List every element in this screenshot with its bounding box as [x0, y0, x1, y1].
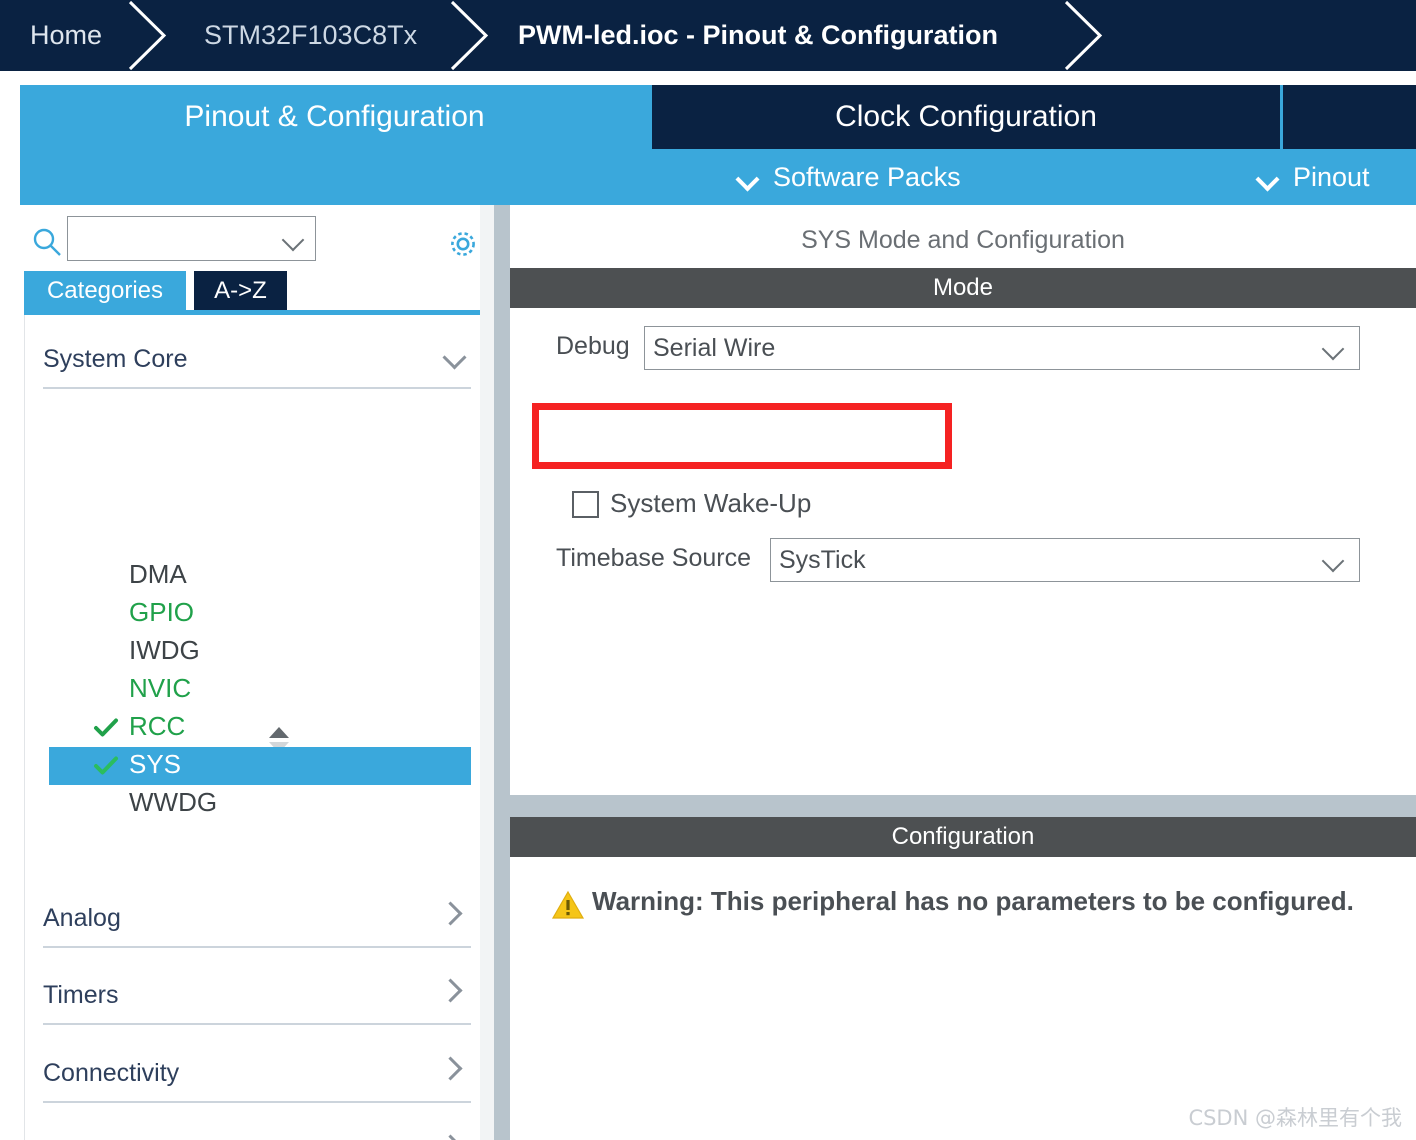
list-item-gpio[interactable]: GPIO [49, 595, 471, 633]
list-item-nvic[interactable]: NVIC [49, 671, 471, 709]
chevron-down-icon [1321, 549, 1345, 573]
list-item-iwdg[interactable]: IWDG [49, 633, 471, 671]
group-header-timers[interactable]: Timers [43, 967, 471, 1025]
configuration-section-header: Configuration [510, 817, 1416, 857]
warning-message: Warning: This peripheral has no paramete… [592, 886, 1354, 916]
peripheral-label: DMA [129, 559, 187, 589]
peripheral-label: SYS [129, 749, 182, 779]
group-header-computing[interactable]: Computing [43, 1123, 471, 1140]
timebase-select[interactable]: SysTick [770, 538, 1360, 582]
peripheral-label: IWDG [129, 635, 200, 665]
mode-section-body: Debug Serial Wire System Wake-Up Timebas… [510, 308, 1416, 795]
debug-field-highlight [532, 403, 952, 469]
search-icon [32, 227, 62, 257]
configuration-panel: SYS Mode and Configuration Mode Debug Se… [510, 205, 1416, 1140]
group-header-connectivity[interactable]: Connectivity [43, 1045, 471, 1103]
mode-section-header: Mode [510, 268, 1416, 308]
chevron-right-icon [438, 978, 463, 1003]
tab-pinout-configuration[interactable]: Pinout & Configuration [20, 85, 649, 149]
breadcrumb-item-device[interactable]: STM32F103C8Tx [204, 0, 417, 71]
configuration-section-body: Warning: This peripheral has no paramete… [510, 857, 1416, 1140]
timebase-field-row: Timebase Source SysTick [510, 538, 1416, 584]
group-header-analog[interactable]: Analog [43, 890, 471, 948]
group-label: Connectivity [43, 1058, 180, 1087]
tab-categories[interactable]: Categories [24, 271, 186, 310]
peripheral-label: GPIO [129, 597, 195, 627]
page-title: SYS Mode and Configuration [801, 225, 1125, 254]
warning-icon [551, 889, 585, 921]
software-packs-menu[interactable]: Software Packs [738, 149, 961, 205]
subtoolbar: Software Packs Pinout [20, 149, 1416, 205]
debug-select[interactable]: Serial Wire [644, 326, 1360, 370]
pinout-label: Pinout [1293, 161, 1370, 192]
breadcrumb-chevron-icon [448, 0, 494, 71]
search-row [0, 213, 480, 265]
tab-a-to-z[interactable]: A->Z [194, 271, 287, 310]
panel-splitter-track [480, 205, 494, 1140]
chevron-down-icon [738, 171, 760, 184]
system-wakeup-checkbox[interactable] [572, 491, 599, 518]
debug-field-row: Debug Serial Wire [510, 326, 1416, 372]
software-packs-label: Software Packs [773, 161, 961, 192]
chevron-down-icon [1321, 337, 1345, 361]
tab-project-manager[interactable] [1283, 85, 1416, 149]
search-input[interactable] [76, 223, 276, 253]
stm32cubemx-window: Home STM32F103C8Tx PWM-led.ioc - Pinout … [0, 0, 1416, 1140]
peripheral-label: RCC [129, 711, 186, 741]
chevron-down-icon [1258, 171, 1280, 184]
categories-panel: Categories A->Z System Core DMA GPIO IWD… [0, 205, 486, 1140]
group-label: Timers [43, 980, 119, 1009]
group-label: System Core [43, 344, 188, 373]
chevron-right-icon [438, 901, 463, 926]
chevron-right-icon [438, 1134, 463, 1140]
timebase-value: SysTick [779, 546, 866, 574]
breadcrumb-chevron-icon [126, 0, 172, 71]
breadcrumb-chevron-icon [1062, 0, 1108, 71]
list-item-sys[interactable]: SYS [49, 747, 471, 785]
warning-row: Warning: This peripheral has no paramete… [510, 885, 1416, 929]
breadcrumb-item-home[interactable]: Home [30, 0, 102, 71]
breadcrumb: Home STM32F103C8Tx PWM-led.ioc - Pinout … [0, 0, 1416, 71]
main-tabbar: Pinout & Configuration Clock Configurati… [20, 85, 1416, 205]
system-wakeup-label: System Wake-Up [610, 488, 812, 518]
pinout-menu[interactable]: Pinout [1258, 149, 1370, 205]
gear-icon[interactable] [446, 227, 480, 261]
breadcrumb-item-file[interactable]: PWM-led.ioc - Pinout & Configuration [518, 0, 998, 71]
timebase-label: Timebase Source [556, 544, 751, 572]
check-icon [93, 753, 119, 779]
check-icon [93, 715, 119, 741]
peripheral-list: System Core DMA GPIO IWDG NVIC RCC SYS W… [24, 315, 486, 1140]
list-item-rcc[interactable]: RCC [49, 709, 471, 747]
group-label: Computing [43, 1137, 164, 1140]
watermark: CSDN @森林里有个我 [1188, 1106, 1402, 1130]
list-item-wwdg[interactable]: WWDG [49, 785, 471, 823]
panel-splitter-handle[interactable] [494, 205, 510, 1140]
peripheral-label: NVIC [129, 673, 192, 703]
chevron-down-icon [442, 345, 467, 370]
tab-clock-configuration[interactable]: Clock Configuration [652, 85, 1280, 149]
group-header-system-core[interactable]: System Core [43, 331, 471, 389]
debug-value: Serial Wire [653, 334, 776, 362]
system-wakeup-row[interactable]: System Wake-Up [510, 486, 1416, 526]
list-item-dma[interactable]: DMA [49, 557, 471, 595]
debug-label: Debug [556, 332, 630, 360]
section-divider [510, 795, 1416, 817]
group-label: Analog [43, 903, 121, 932]
search-combobox[interactable] [67, 216, 316, 261]
peripheral-label: WWDG [129, 787, 218, 817]
chevron-down-icon [281, 228, 305, 252]
chevron-right-icon [438, 1056, 463, 1081]
